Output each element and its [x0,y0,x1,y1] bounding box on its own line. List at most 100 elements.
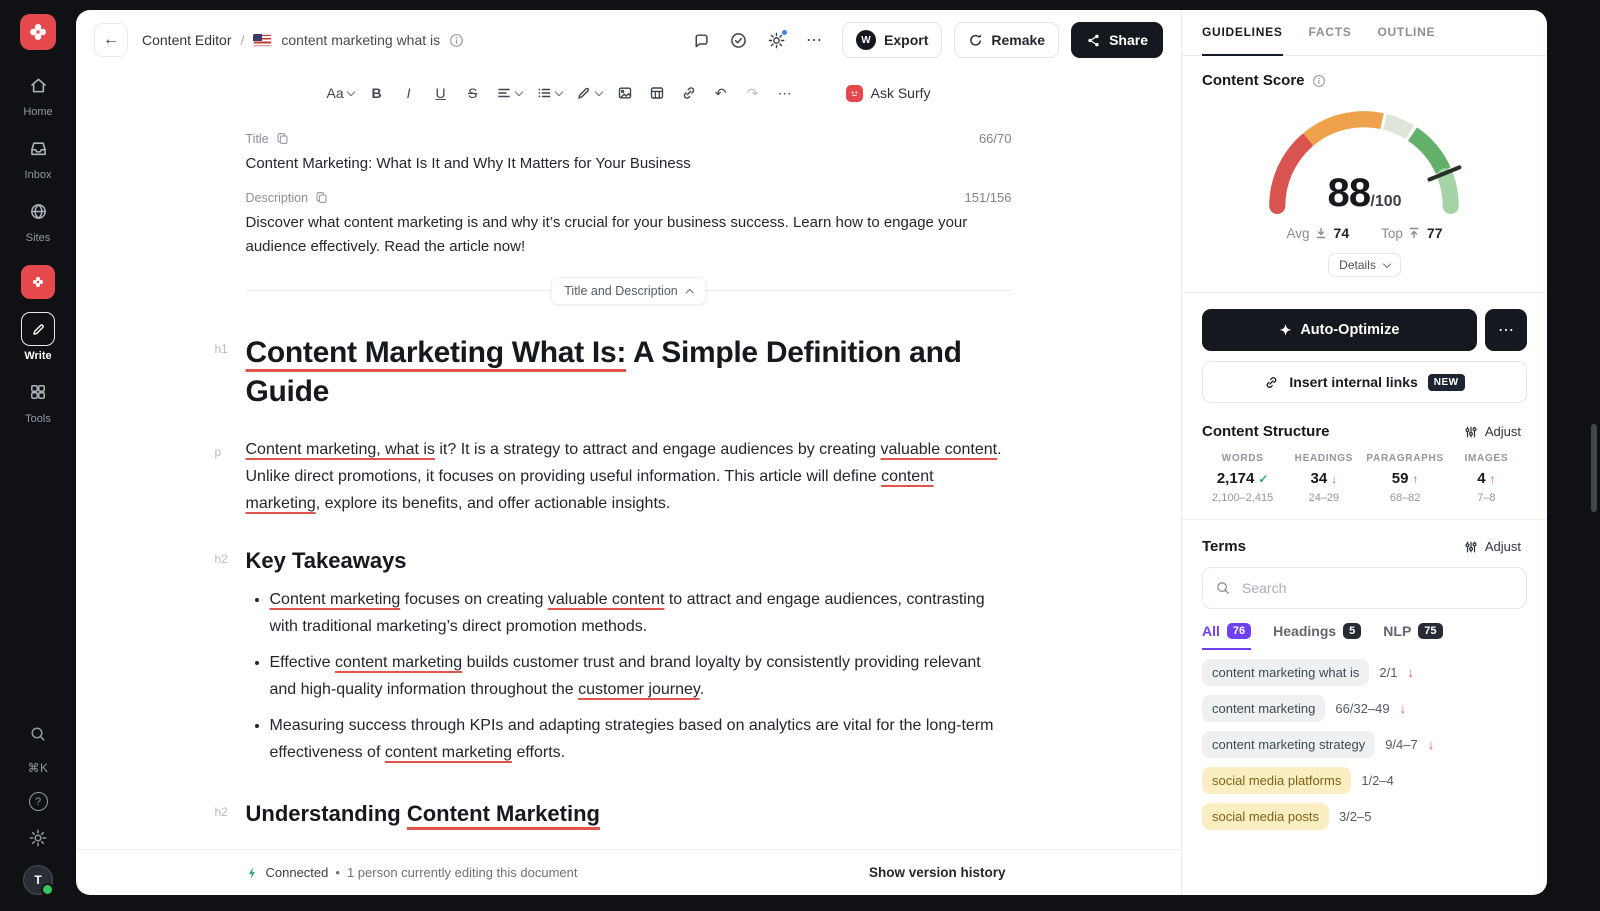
sidebar-item-surfer-product[interactable] [21,265,55,299]
seo-description-value[interactable]: Discover what content marketing is and w… [246,211,1006,258]
sidebar-item-write[interactable]: Write [21,312,55,362]
redo-button[interactable]: ↷ [738,77,768,109]
adjust-label: Adjust [1485,539,1521,554]
description-label: Description [246,191,309,205]
term-chip[interactable]: content marketing what is [1202,659,1369,686]
term-chip[interactable]: content marketing [1202,695,1325,722]
toolbar-more-button[interactable]: ⋯ [770,77,800,109]
bullet-item[interactable]: Measuring success through KPIs and adapt… [270,712,1012,766]
term-chip[interactable]: social media posts [1202,803,1329,830]
stat-label: WORDS [1202,453,1283,464]
arrow-down-to-line-icon [1315,227,1327,239]
details-button[interactable]: Details [1328,253,1401,277]
insert-link-button[interactable] [674,77,704,109]
sidebar-item-tools[interactable]: Tools [21,375,55,425]
info-icon[interactable] [1312,74,1326,88]
back-button[interactable]: ← [94,23,128,57]
content-structure-header: Content Structure Adjust [1202,423,1527,440]
document-scroll-area[interactable]: Title 66/70 Content Marketing: What Is I… [76,116,1181,849]
insert-image-button[interactable] [610,77,640,109]
filter-label: Headings [1273,623,1336,639]
term-chip[interactable]: social media platforms [1202,767,1351,794]
chevron-down-icon [514,87,522,95]
surfer-logo[interactable] [20,14,56,50]
bullet-item[interactable]: Effective content marketing builds custo… [270,649,1012,703]
show-version-history-link[interactable]: Show version history [863,864,1012,881]
bold-button[interactable]: B [362,77,392,109]
highlight-pen-dropdown[interactable] [570,77,608,109]
help-icon[interactable]: ? [29,792,48,811]
terms-adjust-button[interactable]: Adjust [1458,538,1527,555]
term-highlight: valuable content [881,441,998,458]
term-count: 9/4–7 [1385,737,1418,752]
optimize-actions: ✦ Auto-Optimize ⋯ [1202,309,1527,351]
sidebar-item-label: Tools [25,413,51,425]
sliders-icon [1464,540,1478,554]
terms-filter-headings[interactable]: Headings 5 [1273,623,1361,650]
insert-table-button[interactable] [642,77,672,109]
breadcrumb-app[interactable]: Content Editor [142,32,232,48]
keyboard-shortcut-label: ⌘K [28,761,49,775]
user-avatar[interactable]: T [23,865,53,895]
text-segment: Understanding [246,801,407,826]
tab-outline[interactable]: OUTLINE [1377,10,1435,56]
document-heading-1[interactable]: Content Marketing What Is: A Simple Defi… [246,333,1012,412]
editor-settings-gear-icon[interactable] [760,24,792,56]
home-icon [21,68,55,102]
link-icon [1264,375,1279,390]
copy-icon[interactable] [276,132,289,145]
copy-icon[interactable] [315,191,328,204]
panel-divider [1182,519,1547,520]
document-heading-2[interactable]: Key Takeaways [246,548,1012,574]
remake-button[interactable]: Remake [954,22,1059,58]
share-button[interactable]: Share [1071,22,1163,58]
stat-range: 2,100–2,415 [1202,492,1283,504]
header-more-button[interactable]: ⋯ [798,24,830,56]
font-style-dropdown[interactable]: Aa [320,77,359,109]
ask-surfy-button[interactable]: Ask Surfy [840,84,937,103]
terms-filter-all[interactable]: All 76 [1202,623,1251,650]
optimize-more-button[interactable]: ⋯ [1485,309,1527,351]
score-max: /100 [1370,193,1401,210]
text-segment: Effective [270,654,336,671]
insert-internal-links-button[interactable]: Insert internal links NEW [1202,361,1527,403]
sidebar-item-label: Sites [26,232,50,244]
lightning-icon [246,866,259,880]
info-icon[interactable] [449,33,464,48]
align-dropdown[interactable] [490,77,528,109]
tab-facts[interactable]: FACTS [1309,10,1352,56]
document-paragraph[interactable]: Content marketing, what is it? It is a s… [246,436,1012,518]
sidebar-item-inbox[interactable]: Inbox [21,131,55,181]
list-dropdown[interactable] [530,77,568,109]
settings-gear-icon[interactable] [21,828,55,848]
search-icon[interactable] [21,724,55,744]
underline-button[interactable]: U [426,77,456,109]
filter-label: All [1202,623,1220,639]
breadcrumb-document-title[interactable]: content marketing what is [281,32,440,48]
undo-button[interactable]: ↶ [706,77,736,109]
bullet-item[interactable]: Content marketing focuses on creating va… [270,586,1012,640]
checks-button[interactable] [722,24,754,56]
align-icon [496,85,512,101]
sidebar-item-home[interactable]: Home [21,68,55,118]
share-icon [1086,33,1101,48]
comments-button[interactable] [684,24,716,56]
window-scrollbar[interactable] [1591,424,1597,512]
strikethrough-button[interactable]: S [458,77,488,109]
document-heading-2[interactable]: Understanding Content Marketing [246,801,1012,827]
export-button[interactable]: W Export [842,22,942,58]
terms-search-input[interactable] [1240,579,1514,597]
structure-adjust-button[interactable]: Adjust [1458,423,1527,440]
collapse-title-description-button[interactable]: Title and Description [550,277,706,305]
meta-divider: Title and Description [246,290,1012,291]
italic-button[interactable]: I [394,77,424,109]
seo-title-value[interactable]: Content Marketing: What Is It and Why It… [246,152,1012,175]
stat-images: IMAGES 4↑ 7–8 [1446,453,1527,504]
sidebar-item-sites[interactable]: Sites [21,194,55,244]
auto-optimize-button[interactable]: ✦ Auto-Optimize [1202,309,1477,351]
terms-filter-nlp[interactable]: NLP 75 [1383,623,1442,650]
term-highlight: Content marketing [270,591,401,608]
tab-guidelines[interactable]: GUIDELINES [1202,10,1283,56]
stat-paragraphs: PARAGRAPHS 59↑ 68–82 [1365,453,1446,504]
term-chip[interactable]: content marketing strategy [1202,731,1375,758]
